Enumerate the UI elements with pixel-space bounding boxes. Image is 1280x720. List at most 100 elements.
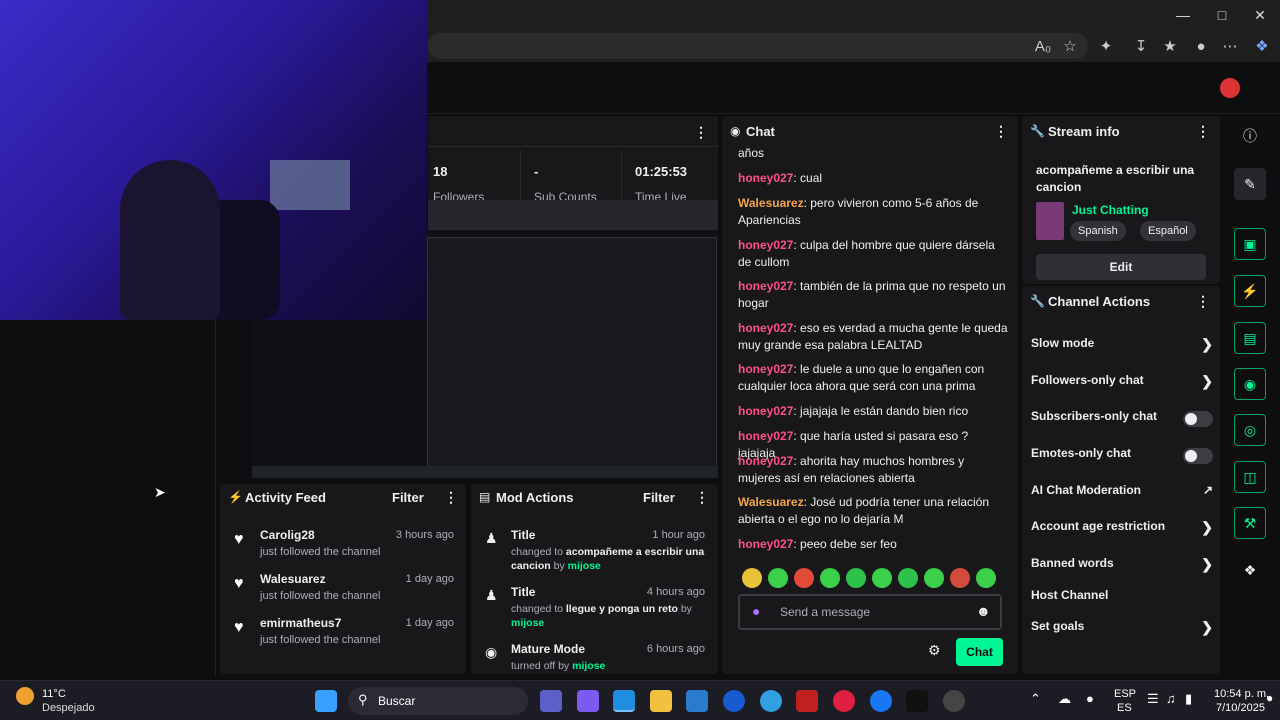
chat-username[interactable]: honey027 bbox=[738, 454, 793, 468]
chat-username[interactable]: honey027 bbox=[738, 404, 793, 418]
taskbar-search[interactable]: ⚲ Buscar bbox=[348, 687, 528, 715]
chat-username[interactable]: honey027 bbox=[738, 429, 793, 443]
downloads-icon[interactable]: ↧ bbox=[1130, 36, 1152, 58]
mcafee-icon[interactable] bbox=[796, 690, 818, 712]
windows-start-icon[interactable] bbox=[315, 690, 337, 712]
address-bar[interactable] bbox=[428, 33, 1088, 59]
edit-stream-button[interactable]: Edit bbox=[1036, 254, 1206, 280]
language-bottom[interactable]: ES bbox=[1117, 702, 1132, 714]
subscribers-only-toggle[interactable] bbox=[1183, 411, 1213, 427]
chat-username[interactable]: Walesuarez bbox=[738, 495, 804, 509]
extensions-icon[interactable]: ✦ bbox=[1095, 36, 1117, 58]
stream-info-kebab-icon[interactable]: ⋮ bbox=[1196, 123, 1210, 140]
edge-browser-icon[interactable] bbox=[613, 690, 635, 712]
account-age-item[interactable]: Account age restriction ❯ bbox=[1031, 519, 1213, 539]
activity-kebab-icon[interactable]: ⋮ bbox=[444, 489, 458, 506]
clock-time[interactable]: 10:54 p. m. bbox=[1214, 688, 1269, 700]
emote-icon[interactable] bbox=[950, 568, 970, 588]
emote-icon[interactable] bbox=[768, 568, 788, 588]
emote-icon[interactable] bbox=[820, 568, 840, 588]
desc-moderator[interactable]: mijose bbox=[568, 560, 601, 572]
tiktok-icon[interactable] bbox=[906, 690, 928, 712]
settings-gear-icon[interactable]: ⚙ bbox=[928, 642, 941, 659]
close-icon[interactable]: ✕ bbox=[1245, 4, 1275, 26]
broadcast-icon[interactable]: ◎ bbox=[1234, 414, 1266, 446]
favorite-star-icon[interactable]: ☆ bbox=[1059, 36, 1081, 58]
list-item[interactable]: ♥ Walesuarez just followed the channel 1… bbox=[220, 572, 466, 616]
slow-mode-item[interactable]: Slow mode ❯ bbox=[1031, 336, 1213, 356]
copilot-icon[interactable] bbox=[577, 690, 599, 712]
volume-icon[interactable]: ♫ bbox=[1166, 691, 1176, 706]
chat-kebab-icon[interactable]: ⋮ bbox=[994, 123, 1008, 140]
pinterest-icon[interactable] bbox=[833, 690, 855, 712]
weather-icon[interactable] bbox=[16, 687, 34, 705]
chevron-up-icon[interactable]: ⌃ bbox=[1030, 691, 1041, 707]
chrome-app-icon[interactable] bbox=[760, 690, 782, 712]
emoji-icon[interactable]: ☻ bbox=[976, 603, 991, 619]
chat-username[interactable]: honey027 bbox=[738, 321, 793, 335]
desc-moderator[interactable]: mijose bbox=[511, 617, 544, 629]
category-box-art[interactable] bbox=[1036, 202, 1064, 240]
emote-icon[interactable] bbox=[924, 568, 944, 588]
hp-icon[interactable] bbox=[723, 690, 745, 712]
emote-icon[interactable] bbox=[898, 568, 918, 588]
channel-actions-kebab-icon[interactable]: ⋮ bbox=[1196, 293, 1210, 310]
add-widget-icon[interactable]: ❖ bbox=[1234, 554, 1266, 586]
tag-chip[interactable]: Español bbox=[1140, 221, 1196, 241]
category-name[interactable]: Just Chatting bbox=[1072, 203, 1149, 217]
chat-username[interactable]: honey027 bbox=[738, 279, 793, 293]
info-icon[interactable]: ⓘ bbox=[1234, 120, 1266, 152]
profile-icon[interactable]: ● bbox=[1190, 36, 1212, 58]
obs-icon[interactable] bbox=[943, 690, 965, 712]
emote-icon[interactable] bbox=[794, 568, 814, 588]
mod-filter-button[interactable]: Filter bbox=[643, 490, 675, 505]
pencil-icon[interactable]: ✎ bbox=[1234, 168, 1266, 200]
chat-username[interactable]: honey027 bbox=[738, 238, 793, 252]
more-menu-icon[interactable]: ⋯ bbox=[1219, 36, 1241, 58]
activity-filter-button[interactable]: Filter bbox=[392, 490, 424, 505]
teams-icon[interactable] bbox=[540, 690, 562, 712]
host-channel-item[interactable]: Host Channel bbox=[1031, 588, 1213, 608]
set-goals-item[interactable]: Set goals ❯ bbox=[1031, 619, 1213, 639]
battery-icon[interactable]: ▮ bbox=[1185, 691, 1192, 707]
lightning-icon[interactable]: ⚡ bbox=[1234, 275, 1266, 307]
chat-username[interactable]: honey027 bbox=[738, 537, 793, 551]
chat-username[interactable]: honey027 bbox=[738, 362, 793, 376]
copilot-icon[interactable]: ❖ bbox=[1251, 36, 1273, 58]
facebook-icon[interactable] bbox=[870, 690, 892, 712]
desc-moderator[interactable]: mijose bbox=[572, 660, 605, 672]
minimize-icon[interactable]: — bbox=[1168, 4, 1198, 26]
followers-only-item[interactable]: Followers-only chat ❯ bbox=[1031, 373, 1213, 393]
list-item[interactable]: ♥ Carolig28 just followed the channel 3 … bbox=[220, 528, 466, 572]
onedrive-icon[interactable]: ☁ bbox=[1058, 691, 1071, 707]
microphone-icon[interactable]: ● bbox=[1086, 691, 1094, 706]
chat-username[interactable]: honey027 bbox=[738, 171, 793, 185]
chat-username[interactable]: Walesuarez bbox=[738, 196, 804, 210]
list-item[interactable]: ♥ emirmatheus7 just followed the channel… bbox=[220, 616, 466, 660]
emote-icon[interactable] bbox=[742, 568, 762, 588]
emotes-only-toggle[interactable] bbox=[1183, 448, 1213, 464]
read-aloud-icon[interactable]: A₀ bbox=[1032, 36, 1054, 58]
favorites-icon[interactable]: ★ bbox=[1159, 36, 1181, 58]
mod-kebab-icon[interactable]: ⋮ bbox=[695, 489, 709, 506]
file-explorer-icon[interactable] bbox=[650, 690, 672, 712]
notification-icon[interactable]: ● bbox=[1266, 691, 1273, 705]
language-top[interactable]: ESP bbox=[1114, 688, 1136, 700]
emote-icon[interactable] bbox=[976, 568, 996, 588]
maximize-icon[interactable]: □ bbox=[1207, 4, 1237, 26]
layout-icon[interactable]: ◫ bbox=[1234, 461, 1266, 493]
chat-input[interactable]: ● Send a message ☻ bbox=[738, 594, 1002, 630]
banned-words-item[interactable]: Banned words ❯ bbox=[1031, 556, 1213, 576]
ai-moderation-item[interactable]: AI Chat Moderation ↗ bbox=[1031, 483, 1213, 503]
microphone-icon[interactable]: ● bbox=[752, 603, 760, 619]
chat-icon[interactable]: ◉ bbox=[1234, 368, 1266, 400]
chat-send-button[interactable]: Chat bbox=[956, 638, 1003, 666]
clock-date[interactable]: 7/10/2025 bbox=[1216, 702, 1265, 714]
tag-chip[interactable]: Spanish bbox=[1070, 221, 1126, 241]
wifi-icon[interactable]: ☰ bbox=[1147, 691, 1159, 707]
store-icon[interactable] bbox=[686, 690, 708, 712]
stats-kebab-icon[interactable]: ⋮ bbox=[694, 124, 708, 141]
avatar[interactable] bbox=[1220, 78, 1240, 98]
emote-icon[interactable] bbox=[846, 568, 866, 588]
wrench-icon[interactable]: ⚒ bbox=[1234, 507, 1266, 539]
